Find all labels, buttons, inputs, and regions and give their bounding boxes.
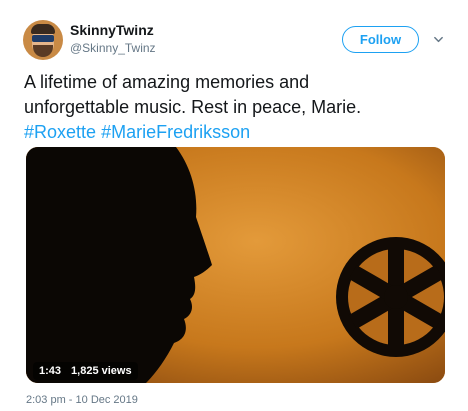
author-handle[interactable]: @Skinny_Twinz <box>70 41 156 55</box>
chevron-down-icon[interactable] <box>433 34 444 45</box>
video-duration: 1:43 <box>39 365 62 377</box>
tweet-text: A lifetime of amazing memories and unfor… <box>24 70 454 145</box>
video-thumbnail <box>26 147 445 383</box>
tweet-text-line-2: unforgettable music. Rest in peace, Mari… <box>24 97 362 117</box>
avatar-glasses <box>32 35 54 42</box>
video-views: 1,825 views <box>71 365 132 377</box>
follow-button[interactable]: Follow <box>342 26 419 53</box>
video-player[interactable] <box>26 147 445 383</box>
avatar[interactable] <box>23 20 63 60</box>
video-stats-badge: 1:43 1,825 views <box>33 362 138 380</box>
tweet-text-line-1: A lifetime of amazing memories and <box>24 72 310 92</box>
hashtag-roxette[interactable]: #Roxette <box>24 122 96 142</box>
author-name[interactable]: SkinnyTwinz <box>70 22 154 38</box>
avatar-beard <box>33 45 53 57</box>
hashtag-mariefredriksson[interactable]: #MarieFredriksson <box>101 122 250 142</box>
avatar-hair <box>31 24 55 34</box>
tweet-timestamp[interactable]: 2:03 pm - 10 Dec 2019 <box>26 394 138 406</box>
